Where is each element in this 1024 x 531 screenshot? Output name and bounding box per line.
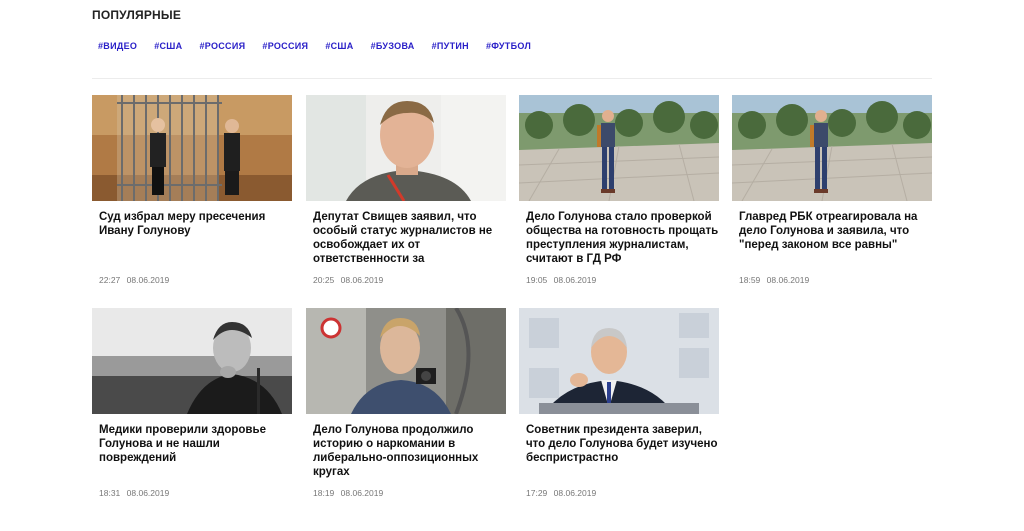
news-time: 18:19 <box>313 488 335 498</box>
news-date: 08.06.2019 <box>126 488 170 498</box>
news-card[interactable]: Главред РБК отреагировала на дело Голуно… <box>732 95 932 285</box>
news-time: 22:27 <box>99 275 121 285</box>
news-time: 18:31 <box>99 488 121 498</box>
news-meta: 20:25 08.06.2019 <box>313 275 383 285</box>
news-time: 20:25 <box>313 275 335 285</box>
bw-seaside-photo[interactable] <box>92 308 292 414</box>
tag-link[interactable]: #США <box>325 41 353 51</box>
tag-link[interactable]: #ПУТИН <box>432 41 469 51</box>
news-card[interactable]: Дело Голунова стало проверкой общества н… <box>519 95 719 285</box>
news-headline[interactable]: Советник президента заверил, что дело Го… <box>526 423 719 465</box>
news-meta: 22:27 08.06.2019 <box>99 275 169 285</box>
section-title: ПОПУЛЯРНЫЕ <box>92 8 182 22</box>
news-meta: 18:59 08.06.2019 <box>739 275 809 285</box>
tag-link[interactable]: #РОССИЯ <box>199 41 245 51</box>
news-card[interactable]: Советник президента заверил, что дело Го… <box>519 308 719 498</box>
mirror-selfie-photo[interactable] <box>306 308 506 414</box>
news-date: 08.06.2019 <box>553 275 597 285</box>
news-meta: 17:29 08.06.2019 <box>526 488 596 498</box>
news-headline[interactable]: Суд избрал меру пресечения Ивану Голунов… <box>99 210 292 238</box>
news-card[interactable]: Медики проверили здоровье Голунова и не … <box>92 308 292 498</box>
news-date: 08.06.2019 <box>126 275 170 285</box>
tag-link[interactable]: #США <box>154 41 182 51</box>
popular-section: ПОПУЛЯРНЫЕ #ВИДЕО #США #РОССИЯ #РОССИЯ #… <box>0 0 1024 531</box>
tag-link[interactable]: #ФУТБОЛ <box>486 41 531 51</box>
news-headline[interactable]: Дело Голунова стало проверкой общества н… <box>526 210 719 266</box>
news-headline[interactable]: Главред РБК отреагировала на дело Голуно… <box>739 210 932 252</box>
news-card[interactable]: Суд избрал меру пресечения Ивану Голунов… <box>92 95 292 285</box>
portrait-photo[interactable] <box>306 95 506 201</box>
news-headline[interactable]: Дело Голунова продолжило историю о нарко… <box>313 423 506 479</box>
news-date: 08.06.2019 <box>340 488 384 498</box>
park-walk-photo[interactable] <box>732 95 932 201</box>
news-card[interactable]: Депутат Свищев заявил, что особый статус… <box>306 95 506 285</box>
section-divider <box>92 78 932 79</box>
news-time: 18:59 <box>739 275 761 285</box>
tag-link[interactable]: #РОССИЯ <box>262 41 308 51</box>
park-walk-photo[interactable] <box>519 95 719 201</box>
news-headline[interactable]: Депутат Свищев заявил, что особый статус… <box>313 210 506 266</box>
tag-link[interactable]: #БУЗОВА <box>371 41 415 51</box>
news-headline[interactable]: Медики проверили здоровье Голунова и не … <box>99 423 292 465</box>
news-time: 19:05 <box>526 275 548 285</box>
tag-list: #ВИДЕО #США #РОССИЯ #РОССИЯ #США #БУЗОВА… <box>98 41 548 51</box>
news-meta: 19:05 08.06.2019 <box>526 275 596 285</box>
news-meta: 18:19 08.06.2019 <box>313 488 383 498</box>
tag-link[interactable]: #ВИДЕО <box>98 41 137 51</box>
news-card[interactable]: Дело Голунова продолжило историю о нарко… <box>306 308 506 498</box>
news-time: 17:29 <box>526 488 548 498</box>
news-date: 08.06.2019 <box>553 488 597 498</box>
speaker-podium-photo[interactable] <box>519 308 719 414</box>
news-date: 08.06.2019 <box>766 275 810 285</box>
news-meta: 18:31 08.06.2019 <box>99 488 169 498</box>
news-date: 08.06.2019 <box>340 275 384 285</box>
court-cage-photo[interactable] <box>92 95 292 201</box>
